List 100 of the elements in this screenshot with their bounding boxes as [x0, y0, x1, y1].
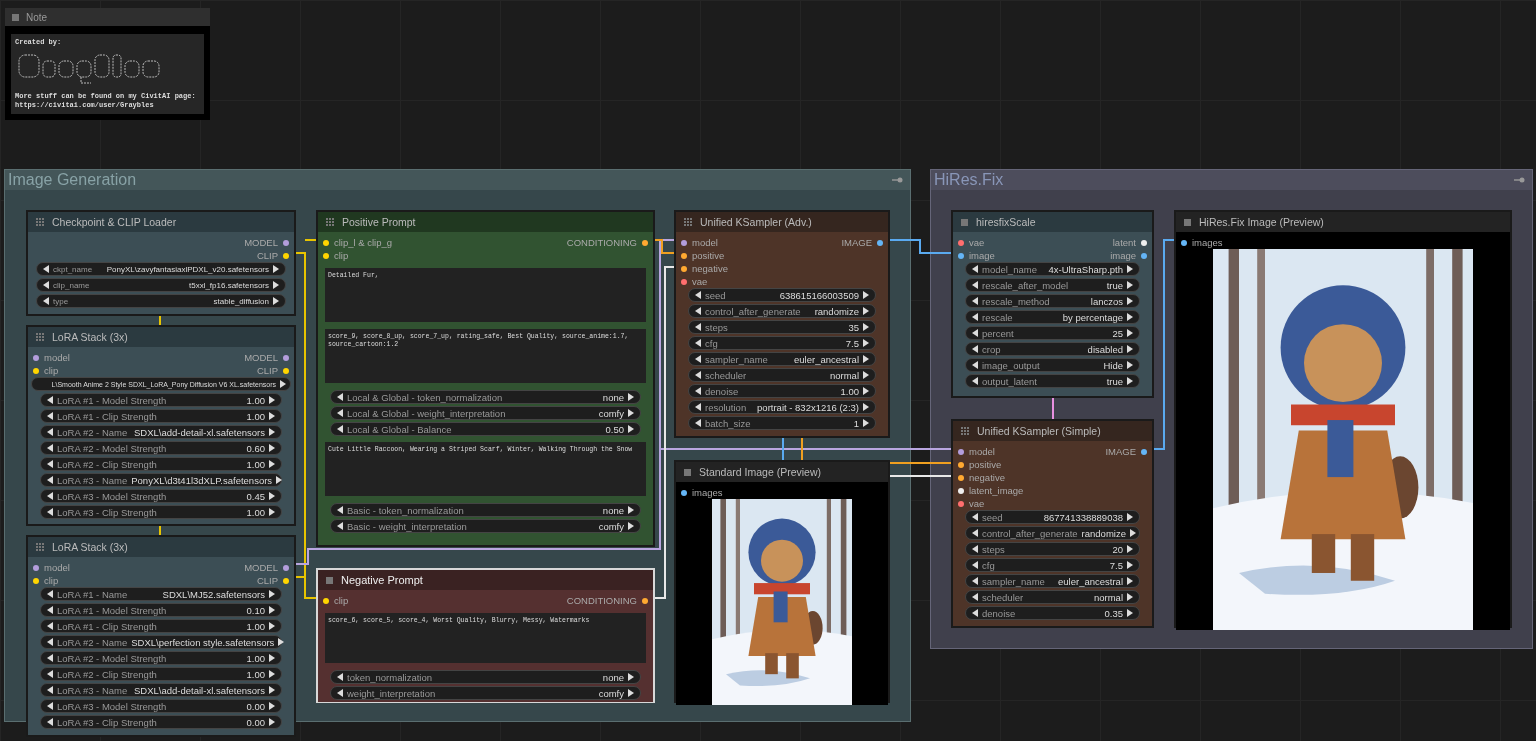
- output-socket[interactable]: [642, 597, 648, 604]
- combo-widget[interactable]: cfg 7.5: [688, 336, 876, 350]
- input-socket[interactable]: [958, 461, 964, 468]
- output-socket[interactable]: [283, 367, 289, 374]
- combo-widget[interactable]: Local & Global - Balance 0.50: [330, 422, 641, 436]
- combo-widget[interactable]: LoRA #2 - Clip Strength 1.00: [40, 457, 282, 471]
- combo-widget[interactable]: LoRA #3 - Clip Strength 1.00: [40, 505, 282, 519]
- combo-widget[interactable]: batch_size 1: [688, 416, 876, 430]
- combo-widget[interactable]: LoRA #2 - Name SDXL\add-detail-xl.safetensors: [40, 425, 282, 439]
- input-socket[interactable]: [33, 354, 39, 361]
- combo-widget[interactable]: rescale by percentage: [965, 310, 1140, 324]
- input-socket[interactable]: [958, 252, 964, 259]
- combo-widget[interactable]: cfg 7.5: [965, 558, 1140, 572]
- output-socket[interactable]: [1141, 448, 1147, 455]
- combo-widget[interactable]: output_latent true: [965, 374, 1140, 388]
- output-socket[interactable]: [283, 239, 289, 246]
- graph-node[interactable]: [26, 535, 296, 737]
- input-socket[interactable]: [958, 448, 964, 455]
- grip-icon[interactable]: [961, 427, 969, 435]
- graph-node[interactable]: hiresfixScale vae latent image image model_name 4x-UltraSharp.pth rescale_after_model true rescale_method lanczos rescale by percentage percent 25 crop disabled image_output Hide output_latent true: [951, 210, 1154, 398]
- graph-node[interactable]: [674, 210, 890, 438]
- combo-widget[interactable]: type stable_diffusion: [36, 294, 286, 308]
- input-socket[interactable]: [323, 252, 329, 259]
- pin-icon[interactable]: [1514, 177, 1526, 183]
- square-icon[interactable]: [684, 468, 691, 476]
- graph-node[interactable]: [316, 210, 655, 547]
- combo-widget[interactable]: sampler_name euler_ancestral: [965, 574, 1140, 588]
- combo-widget[interactable]: LoRA #2 - Model Strength 1.00: [40, 651, 282, 665]
- graph-node[interactable]: Checkpoint & CLIP Loader MODEL CLIP ckpt_name PonyXL\zavyfantasiaxlPDXL_v20.safetensors clip_name t5xxl_fp16.safetensors type stable_diffusion: [26, 210, 296, 316]
- output-socket[interactable]: [283, 564, 289, 571]
- combo-widget[interactable]: LoRA #1 - Clip Strength 1.00: [40, 409, 282, 423]
- combo-widget[interactable]: image_output Hide: [965, 358, 1140, 372]
- input-socket[interactable]: [1181, 239, 1187, 246]
- combo-widget[interactable]: rescale_method lanczos: [965, 294, 1140, 308]
- grip-icon[interactable]: [36, 333, 44, 341]
- combo-widget[interactable]: seed 638615166003509: [688, 288, 876, 302]
- output-socket[interactable]: [877, 239, 883, 246]
- input-socket[interactable]: [33, 564, 39, 571]
- input-socket[interactable]: [33, 577, 39, 584]
- input-socket[interactable]: [958, 239, 964, 246]
- combo-widget[interactable]: LoRA #2 - Model Strength 0.60: [40, 441, 282, 455]
- input-socket[interactable]: [681, 265, 687, 272]
- input-socket[interactable]: [323, 597, 329, 604]
- combo-widget[interactable]: seed 867741338889038: [965, 510, 1140, 524]
- grip-icon[interactable]: [36, 543, 44, 551]
- square-icon[interactable]: [12, 13, 19, 21]
- combo-widget[interactable]: LoRA #1 - Model Strength 1.00: [40, 393, 282, 407]
- combo-widget[interactable]: steps 20: [965, 542, 1140, 556]
- square-icon[interactable]: [1184, 218, 1191, 226]
- combo-widget[interactable]: LoRA #1 - Model Strength 0.10: [40, 603, 282, 617]
- input-socket[interactable]: [681, 252, 687, 259]
- combo-widget[interactable]: rescale_after_model true: [965, 278, 1140, 292]
- graph-node[interactable]: HiRes.Fix Image (Preview) images: [1174, 210, 1512, 628]
- combo-widget[interactable]: model_name 4x-UltraSharp.pth: [965, 262, 1140, 276]
- combo-widget[interactable]: denoise 0.35: [965, 606, 1140, 620]
- square-icon[interactable]: [326, 576, 333, 584]
- grip-icon[interactable]: [684, 218, 692, 226]
- graph-node[interactable]: [951, 419, 1154, 628]
- combo-widget[interactable]: crop disabled: [965, 342, 1140, 356]
- grip-icon[interactable]: [36, 218, 44, 226]
- combo-widget[interactable]: LoRA #3 - Clip Strength 0.00: [40, 715, 282, 729]
- combo-widget[interactable]: scheduler normal: [965, 590, 1140, 604]
- combo-widget[interactable]: sampler_name euler_ancestral: [688, 352, 876, 366]
- combo-widget[interactable]: LoRA #3 - Model Strength 0.45: [40, 489, 282, 503]
- combo-widget[interactable]: Local & Global - weight_interpretation comfy: [330, 406, 641, 420]
- input-socket[interactable]: [681, 239, 687, 246]
- combo-widget[interactable]: LoRA #2 - Name SDXL\perfection style.safetensors: [40, 635, 282, 649]
- combo-widget[interactable]: Basic - token_normalization none: [330, 503, 641, 517]
- combo-widget[interactable]: LoRA #3 - Name PonyXL\d3t41l3dXLP.safetensors: [40, 473, 282, 487]
- combo-widget[interactable]: ckpt_name PonyXL\zavyfantasiaxlPDXL_v20.safetensors: [36, 262, 286, 276]
- combo-widget[interactable]: LoRA #1 - Clip Strength 1.00: [40, 619, 282, 633]
- input-socket[interactable]: [958, 474, 964, 481]
- output-socket[interactable]: [283, 354, 289, 361]
- square-icon[interactable]: [961, 218, 968, 226]
- combo-widget[interactable]: scheduler normal: [688, 368, 876, 382]
- output-socket[interactable]: [1141, 252, 1147, 259]
- combo-widget[interactable]: percent 25: [965, 326, 1140, 340]
- output-socket[interactable]: [283, 577, 289, 584]
- combo-widget[interactable]: control_after_generate randomize: [965, 526, 1140, 540]
- input-socket[interactable]: [958, 487, 964, 494]
- output-socket[interactable]: [283, 252, 289, 259]
- pin-icon[interactable]: [892, 177, 904, 183]
- combo-widget[interactable]: denoise 1.00: [688, 384, 876, 398]
- input-socket[interactable]: [958, 500, 964, 507]
- graph-node[interactable]: Standard Image (Preview) images: [674, 460, 890, 703]
- input-socket[interactable]: [323, 239, 329, 246]
- combo-widget[interactable]: LoRA #3 - Model Strength 0.00: [40, 699, 282, 713]
- grip-icon[interactable]: [326, 218, 334, 226]
- input-socket[interactable]: [681, 489, 687, 496]
- combo-widget[interactable]: resolution portrait - 832x1216 (2:3): [688, 400, 876, 414]
- combo-widget[interactable]: LoRA #1 - Name SDXL\MJ52.safetensors: [40, 587, 282, 601]
- combo-widget[interactable]: steps 35: [688, 320, 876, 334]
- combo-widget[interactable]: weight_interpretation comfy: [330, 686, 641, 700]
- graph-node[interactable]: [26, 325, 296, 526]
- combo-widget[interactable]: LoRA #3 - Name SDXL\add-detail-xl.safetensors: [40, 683, 282, 697]
- combo-widget[interactable]: Local & Global - token_normalization none: [330, 390, 641, 404]
- combo-widget[interactable]: Basic - weight_interpretation comfy: [330, 519, 641, 533]
- output-socket[interactable]: [642, 239, 648, 246]
- combo-widget[interactable]: LoRA #2 - Clip Strength 1.00: [40, 667, 282, 681]
- input-socket[interactable]: [681, 278, 687, 285]
